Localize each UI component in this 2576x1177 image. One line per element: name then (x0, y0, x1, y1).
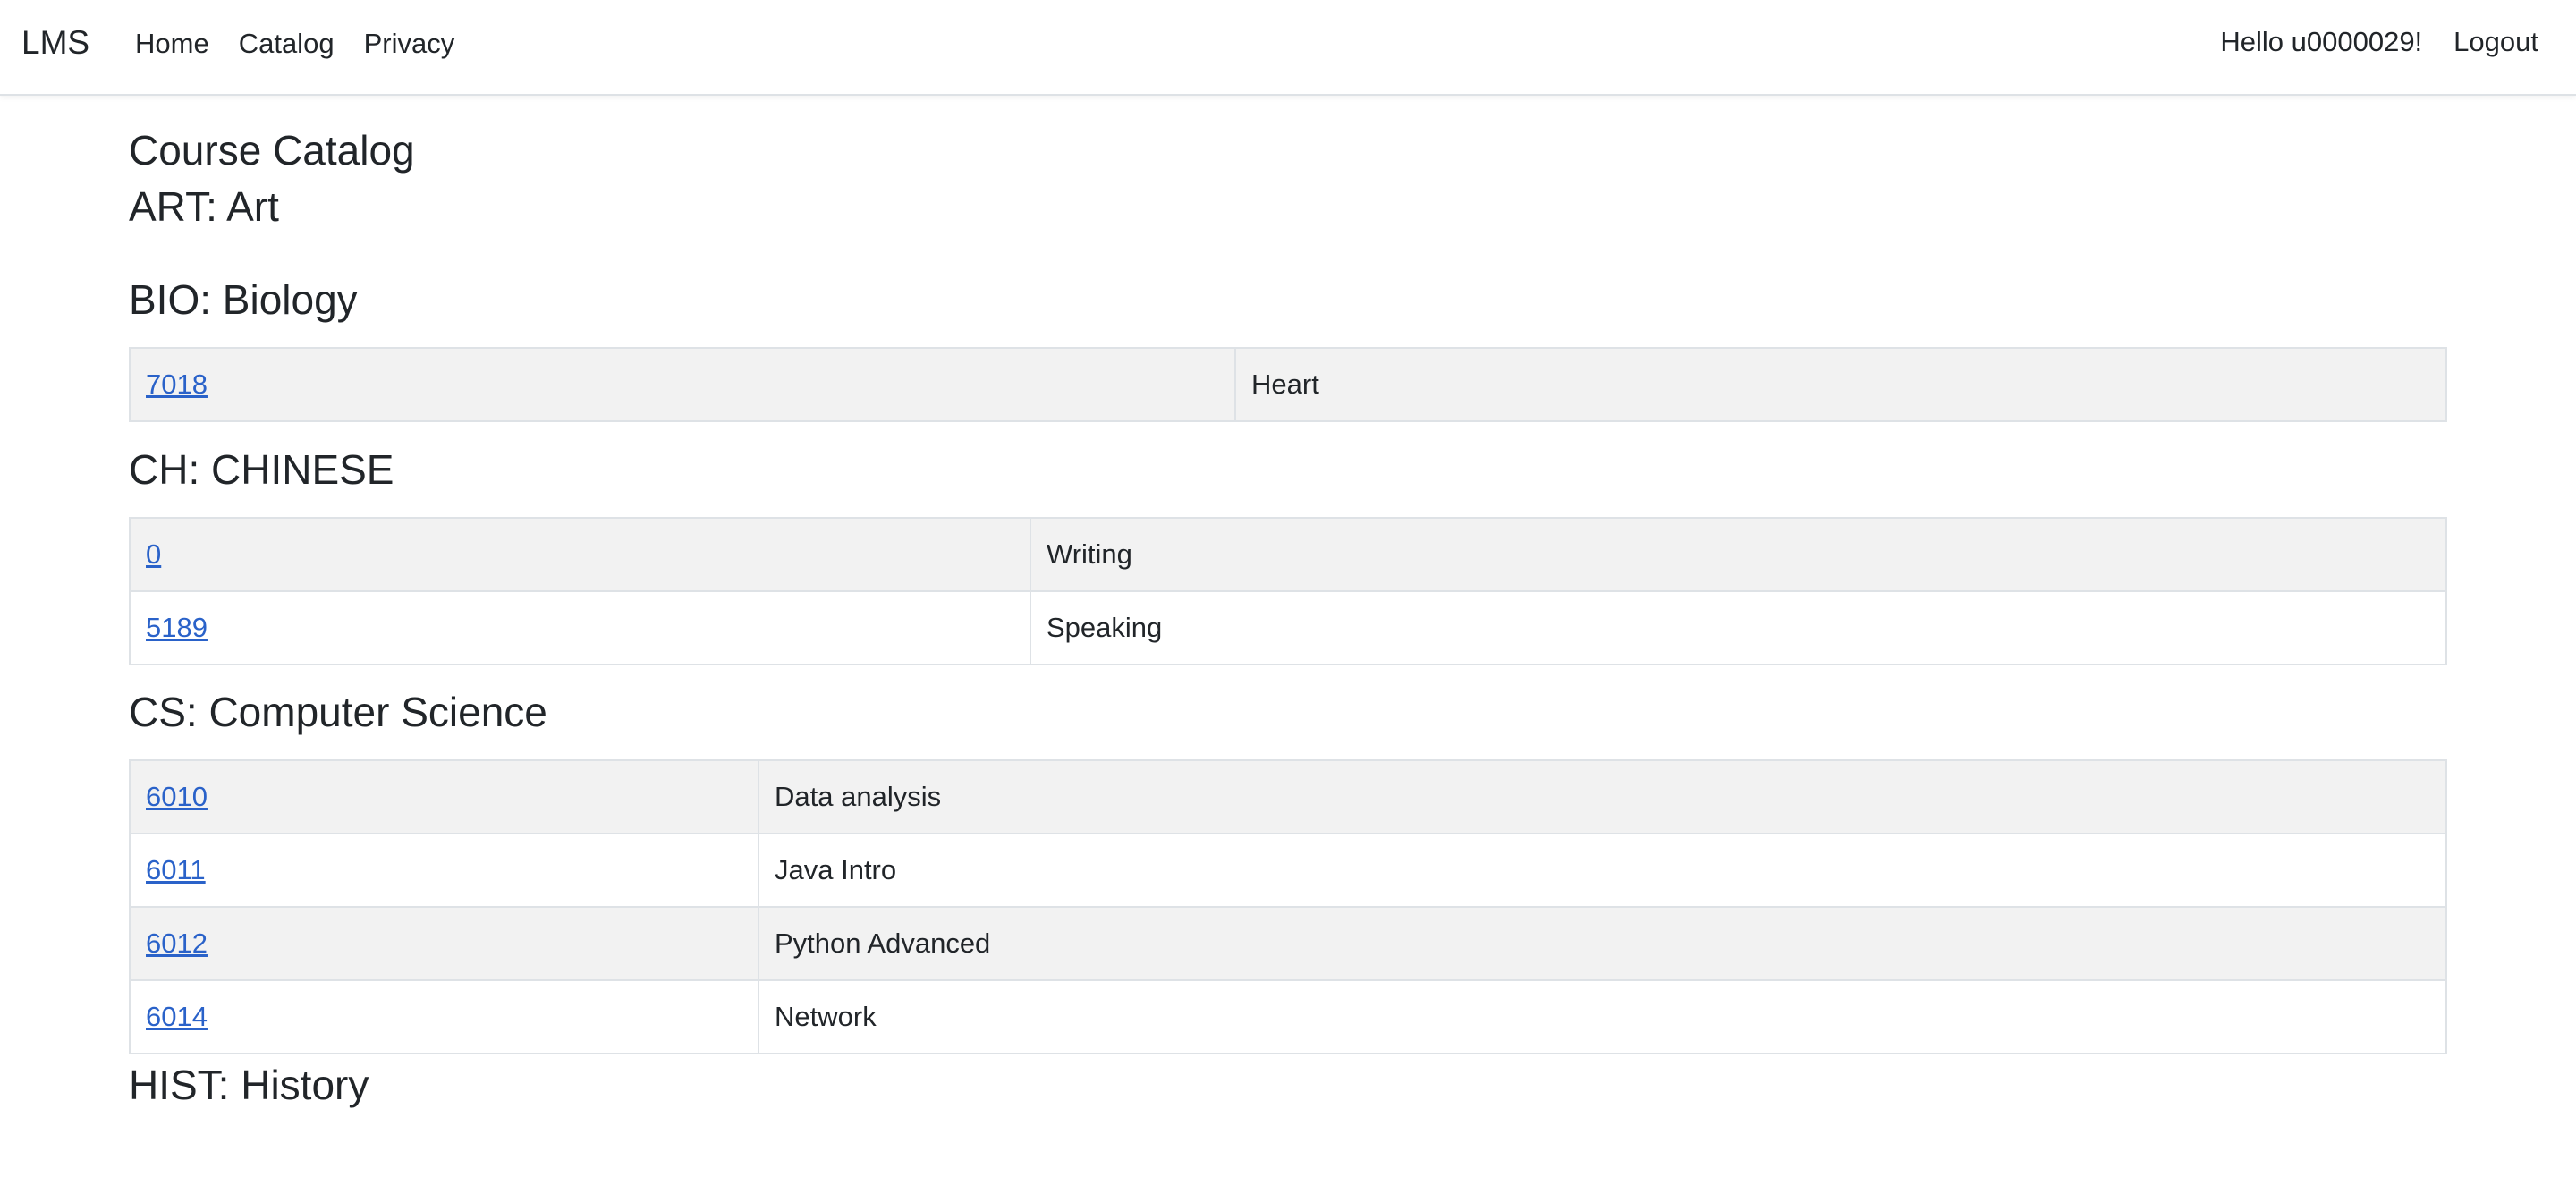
table-row: 0 Writing (129, 517, 2447, 592)
course-number-cell: 6012 (129, 906, 759, 981)
main-content: Course Catalog ART: Art BIO: Biology 701… (129, 122, 2447, 1113)
department-title: CH: CHINESE (129, 446, 394, 493)
top-navbar: LMS Home Catalog Privacy Hello u0000029!… (0, 0, 2576, 96)
course-number-cell: 6010 (129, 759, 759, 834)
course-table: 7018 Heart (129, 347, 2447, 422)
course-table: 0 Writing 5189 Speaking (129, 517, 2447, 665)
course-number-cell: 0 (129, 517, 1031, 592)
department-art: ART: Art (129, 179, 2447, 272)
table-row: 6010 Data analysis (129, 759, 2447, 834)
course-name-cell: Heart (1234, 347, 2447, 422)
brand-link[interactable]: LMS (21, 24, 89, 62)
user-nav: Hello u0000029! Logout (2220, 26, 2538, 58)
department-title: BIO: Biology (129, 276, 358, 323)
course-number-link[interactable]: 6012 (146, 927, 208, 959)
course-name-cell: Writing (1030, 517, 2447, 592)
department-title: HIST: History (129, 1062, 369, 1108)
department-title: CS: Computer Science (129, 689, 547, 735)
course-name-cell: Data analysis (758, 759, 2447, 834)
department-hist: HIST: History (129, 1057, 2447, 1113)
course-name-cell: Speaking (1030, 590, 2447, 665)
course-number-cell: 5189 (129, 590, 1031, 665)
course-number-link[interactable]: 0 (146, 538, 161, 570)
course-number-cell: 7018 (129, 347, 1236, 422)
table-row: 6011 Java Intro (129, 833, 2447, 908)
course-name-cell: Java Intro (758, 833, 2447, 908)
course-name-cell: Network (758, 979, 2447, 1054)
course-number-link[interactable]: 6010 (146, 781, 208, 812)
course-number-cell: 6014 (129, 979, 759, 1054)
table-row: 6014 Network (129, 979, 2447, 1054)
user-greeting-link[interactable]: Hello u0000029! (2220, 26, 2422, 58)
course-number-cell: 6011 (129, 833, 759, 908)
department-title: ART: Art (129, 183, 279, 230)
course-number-link[interactable]: 6011 (146, 854, 206, 885)
course-number-link[interactable]: 7018 (146, 368, 208, 400)
department-cs: CS: Computer Science 6010 Data analysis … (129, 684, 2447, 1057)
page-title: Course Catalog (129, 127, 415, 174)
course-name-cell: Python Advanced (758, 906, 2447, 981)
logout-link[interactable]: Logout (2453, 26, 2538, 58)
course-number-link[interactable]: 5189 (146, 612, 208, 643)
course-number-link[interactable]: 6014 (146, 1001, 208, 1032)
department-ch: CH: CHINESE 0 Writing 5189 Speaking (129, 442, 2447, 684)
nav-catalog-link[interactable]: Catalog (239, 28, 335, 60)
table-row: 6012 Python Advanced (129, 906, 2447, 981)
department-bio: BIO: Biology 7018 Heart (129, 272, 2447, 442)
nav-home-link[interactable]: Home (135, 28, 209, 60)
table-row: 7018 Heart (129, 347, 2447, 422)
main-nav: Home Catalog Privacy (135, 28, 454, 60)
table-row: 5189 Speaking (129, 590, 2447, 665)
course-table: 6010 Data analysis 6011 Java Intro 6012 … (129, 759, 2447, 1054)
nav-privacy-link[interactable]: Privacy (364, 28, 455, 60)
